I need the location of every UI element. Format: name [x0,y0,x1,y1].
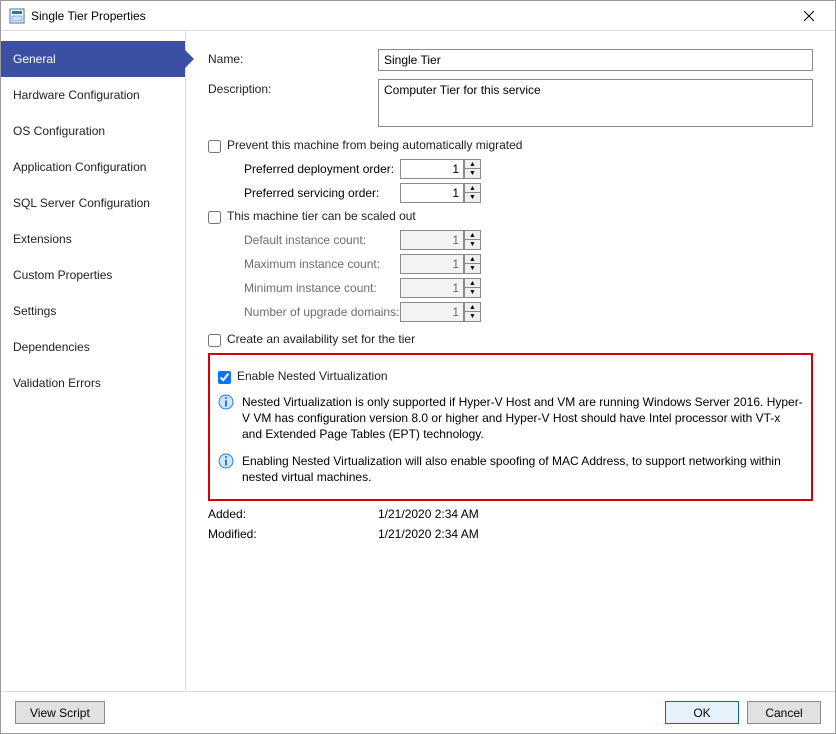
spinner-up-icon[interactable]: ▲ [464,183,481,193]
sidebar-item-extensions[interactable]: Extensions [1,221,185,257]
app-icon [9,8,25,24]
upgrade-domains-input [400,302,464,322]
close-icon [804,11,814,21]
added-value: 1/21/2020 2:34 AM [378,507,479,521]
max-instance-label: Maximum instance count: [244,254,400,271]
preferred-deployment-label: Preferred deployment order: [244,159,400,176]
close-button[interactable] [787,2,831,30]
name-input[interactable] [378,49,813,71]
max-instance-spinner: ▲▼ [400,254,481,274]
spinner-up-icon: ▲ [464,230,481,240]
preferred-servicing-input[interactable] [400,183,464,203]
sidebar-item-dependencies[interactable]: Dependencies [1,329,185,365]
main-panel: Name: Description: Prevent this machine … [186,31,835,691]
min-instance-spinner: ▲▼ [400,278,481,298]
cancel-button[interactable]: Cancel [747,701,821,724]
description-label: Description: [208,79,378,96]
sidebar-item-settings[interactable]: Settings [1,293,185,329]
info-icon [218,394,234,410]
spinner-down-icon[interactable]: ▼ [464,193,481,203]
sidebar-item-general[interactable]: General [1,41,185,77]
spinner-down-icon: ▼ [464,264,481,274]
upgrade-domains-spinner: ▲▼ [400,302,481,322]
preferred-servicing-label: Preferred servicing order: [244,183,400,200]
prevent-migrate-label: Prevent this machine from being automati… [227,138,522,152]
ok-button[interactable]: OK [665,701,739,724]
spinner-up-icon: ▲ [464,302,481,312]
max-instance-input [400,254,464,274]
title-bar: Single Tier Properties [1,1,835,31]
preferred-deployment-input[interactable] [400,159,464,179]
view-script-button[interactable]: View Script [15,701,105,724]
spinner-down-icon: ▼ [464,312,481,322]
spinner-down-icon[interactable]: ▼ [464,169,481,179]
window-title: Single Tier Properties [31,9,787,23]
default-instance-input [400,230,464,250]
added-label: Added: [208,507,378,521]
preferred-deployment-spinner[interactable]: ▲▼ [400,159,481,179]
sidebar-item-validation-errors[interactable]: Validation Errors [1,365,185,401]
sidebar: General Hardware Configuration OS Config… [1,31,186,691]
sidebar-item-application-configuration[interactable]: Application Configuration [1,149,185,185]
prevent-migrate-checkbox[interactable] [208,140,221,153]
availability-set-checkbox[interactable] [208,334,221,347]
info-icon [218,453,234,469]
name-label: Name: [208,49,378,66]
description-input[interactable] [378,79,813,127]
info-text-2: Enabling Nested Virtualization will also… [242,453,803,485]
spinner-down-icon: ▼ [464,288,481,298]
footer: View Script OK Cancel [1,691,835,733]
scale-out-label: This machine tier can be scaled out [227,209,416,223]
availability-set-label: Create an availability set for the tier [227,332,415,346]
sidebar-item-os-configuration[interactable]: OS Configuration [1,113,185,149]
default-instance-label: Default instance count: [244,230,400,247]
min-instance-label: Minimum instance count: [244,278,400,295]
info-text-1: Nested Virtualization is only supported … [242,394,803,443]
spinner-down-icon: ▼ [464,240,481,250]
upgrade-domains-label: Number of upgrade domains: [244,302,400,319]
nested-virtualization-checkbox[interactable] [218,371,231,384]
default-instance-spinner: ▲▼ [400,230,481,250]
sidebar-item-custom-properties[interactable]: Custom Properties [1,257,185,293]
modified-label: Modified: [208,527,378,541]
spinner-up-icon: ▲ [464,278,481,288]
sidebar-item-sql-server-configuration[interactable]: SQL Server Configuration [1,185,185,221]
modified-value: 1/21/2020 2:34 AM [378,527,479,541]
scale-out-checkbox[interactable] [208,211,221,224]
nested-virtualization-highlight: Enable Nested Virtualization Nested Virt… [208,353,813,501]
spinner-up-icon: ▲ [464,254,481,264]
nested-virtualization-label: Enable Nested Virtualization [237,369,388,383]
spinner-up-icon[interactable]: ▲ [464,159,481,169]
content-area: General Hardware Configuration OS Config… [1,31,835,691]
min-instance-input [400,278,464,298]
sidebar-item-hardware-configuration[interactable]: Hardware Configuration [1,77,185,113]
preferred-servicing-spinner[interactable]: ▲▼ [400,183,481,203]
